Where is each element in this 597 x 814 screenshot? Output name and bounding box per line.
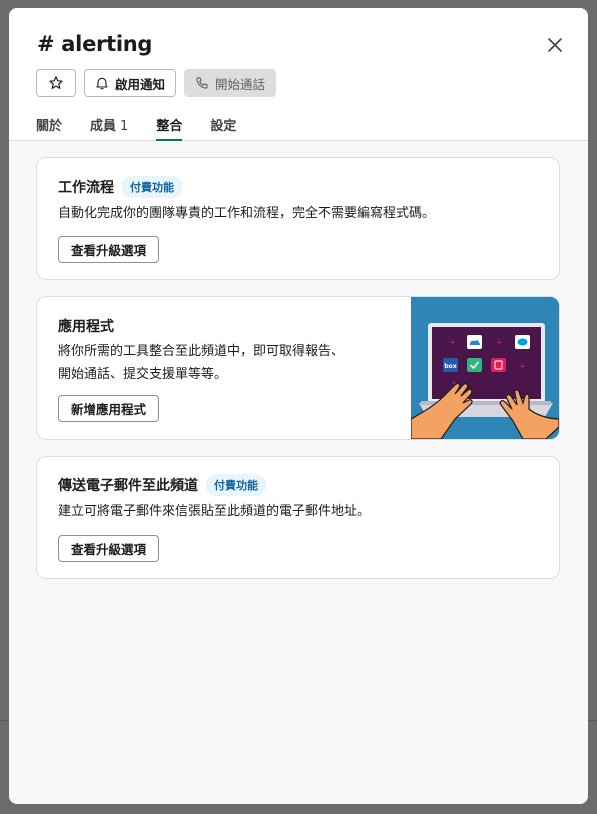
box-app-tile-label: box [444, 363, 456, 370]
enable-notifications-button[interactable]: 啟用通知 [84, 69, 177, 97]
svg-text:+: + [519, 362, 526, 371]
start-call-button[interactable]: 開始通話 [184, 69, 277, 97]
apps-card-desc: 將你所需的工具整合至此頻道中，即可取得報告、 開始通話、提交支援單等等。 [58, 340, 344, 386]
workflow-card: 工作流程 付費功能 自動化完成你的團隊專責的工作和流程，完全不需要編寫程式碼。 … [36, 157, 560, 280]
paid-feature-badge: 付費功能 [122, 176, 182, 198]
start-call-label: 開始通話 [215, 76, 266, 92]
enable-notifications-label: 啟用通知 [115, 76, 166, 92]
tab-settings[interactable]: 設定 [210, 115, 236, 141]
email-card-title-row: 傳送電子郵件至此頻道 付費功能 [58, 474, 266, 496]
phone-icon [196, 77, 208, 89]
channel-title: # alerting [37, 32, 153, 56]
channel-details-modal: # alerting 啟用通知 開始通話 關於 成員 1 整合 設定 工作流程 … [9, 8, 588, 804]
tab-settings-label: 設定 [210, 119, 237, 134]
tab-about[interactable]: 關於 [36, 115, 62, 141]
add-app-button[interactable]: 新增應用程式 [58, 395, 160, 422]
svg-text:+: + [496, 338, 503, 347]
tab-integrations[interactable]: 整合 [156, 115, 183, 141]
view-upgrade-options-button[interactable]: 查看升級選項 [58, 535, 160, 562]
close-button[interactable] [544, 34, 566, 56]
close-icon [548, 38, 562, 52]
view-upgrade-options-button[interactable]: 查看升級選項 [58, 236, 160, 263]
tab-members[interactable]: 成員 1 [90, 115, 128, 141]
tab-members-label: 成員 [90, 119, 117, 134]
apps-card: 應用程式 將你所需的工具整合至此頻道中，即可取得報告、 開始通話、提交支援單等等… [36, 296, 560, 440]
workflow-card-title-row: 工作流程 付費功能 [58, 176, 182, 198]
email-card: 傳送電子郵件至此頻道 付費功能 建立可將電子郵件來信張貼至此頻道的電子郵件地址。… [36, 456, 560, 579]
apps-card-desc-line: 開始通話、提交支援單等等。 [58, 367, 228, 382]
modal-header: # alerting 啟用通知 開始通話 關於 成員 1 整合 設定 [9, 8, 588, 141]
email-card-desc: 建立可將電子郵件來信張貼至此頻道的電子郵件地址。 [58, 504, 371, 519]
star-icon [49, 76, 63, 89]
tab-integrations-label: 整合 [156, 119, 183, 134]
bell-icon [96, 77, 108, 90]
member-count: 1 [120, 119, 129, 134]
star-button[interactable] [36, 69, 76, 97]
workflow-card-title: 工作流程 [58, 180, 114, 196]
laptop-illustration: box + + + + [410, 297, 559, 439]
workflow-card-desc: 自動化完成你的團隊專責的工作和流程，完全不需要編寫程式碼。 [58, 206, 436, 221]
tab-bar: 關於 成員 1 整合 設定 [36, 115, 236, 141]
channel-actions: 啟用通知 開始通話 [36, 69, 277, 97]
apps-card-desc-line: 將你所需的工具整合至此頻道中，即可取得報告、 [58, 344, 345, 359]
tab-about-label: 關於 [36, 119, 63, 134]
apps-card-title: 應用程式 [58, 319, 114, 335]
apps-illustration: box + + + + [410, 297, 559, 439]
email-card-title: 傳送電子郵件至此頻道 [58, 478, 198, 494]
svg-text:+: + [449, 338, 456, 347]
paid-feature-badge: 付費功能 [206, 474, 266, 496]
